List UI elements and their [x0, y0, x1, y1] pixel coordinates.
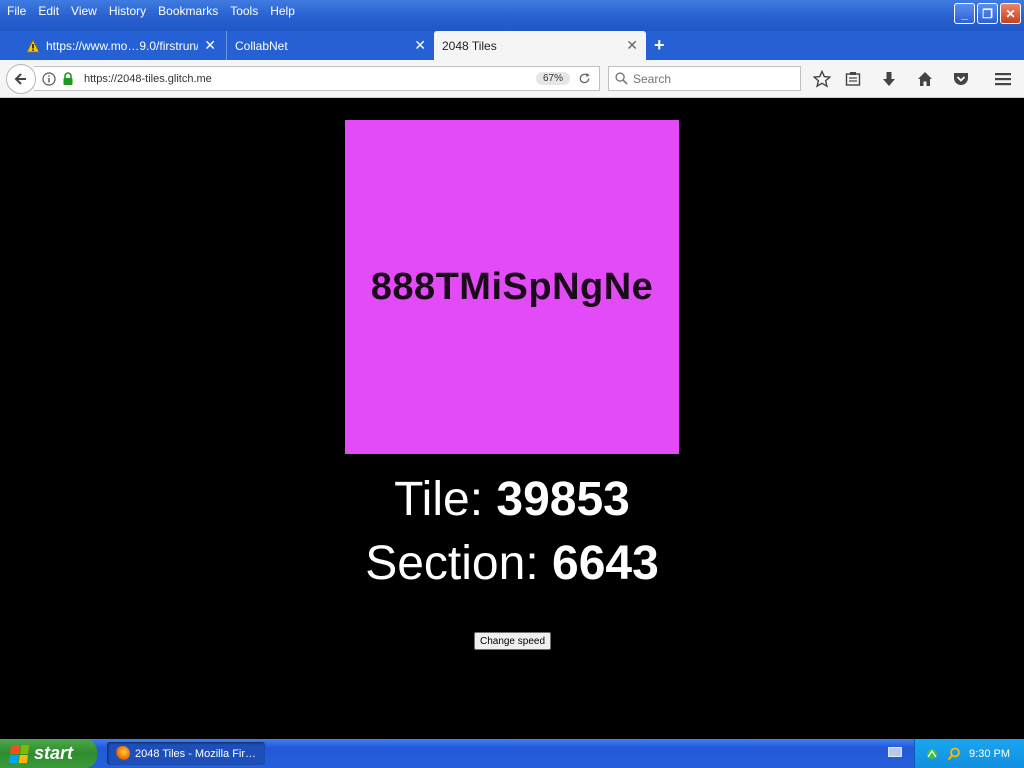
keyboard-icon[interactable] — [888, 747, 902, 757]
page-content: 888TMiSpNgNe Tile: 39853 Section: 6643 C… — [0, 99, 1024, 739]
close-tab-icon[interactable]: ✕ — [414, 37, 426, 54]
clock: 9:30 PM — [969, 747, 1010, 760]
menu-tools[interactable]: Tools — [224, 0, 264, 22]
downloads-icon[interactable] — [879, 69, 899, 89]
restore-button[interactable]: ❐ — [977, 3, 998, 24]
title-bar: File Edit View History Bookmarks Tools H… — [0, 0, 1024, 31]
tab-2048-tiles[interactable]: 2048 Tiles ✕ — [434, 31, 646, 60]
tile-text: 888TMiSpNgNe — [370, 265, 654, 308]
windows-logo-icon — [8, 744, 30, 763]
menu-bar: File Edit View History Bookmarks Tools H… — [0, 0, 301, 22]
start-label: start — [34, 743, 74, 763]
close-tab-icon[interactable]: ✕ — [626, 37, 638, 54]
lock-icon — [63, 71, 73, 85]
section-counter-label: Section: — [365, 537, 539, 590]
menu-bookmarks[interactable]: Bookmarks — [152, 0, 224, 22]
taskbar-firefox-window[interactable]: 2048 Tiles - Mozilla Fir… — [107, 742, 265, 765]
magnifier-tray-icon[interactable] — [947, 747, 961, 761]
network-icon[interactable] — [925, 747, 939, 761]
nav-bar: https://2048-tiles.glitch.me 67% — [0, 60, 1024, 98]
tab-collabnet[interactable]: CollabNet ✕ — [226, 31, 434, 60]
tile-counter: Tile: 39853 — [0, 472, 1024, 527]
back-arrow-icon — [14, 73, 26, 85]
firefox-icon — [115, 746, 130, 761]
start-button[interactable]: start — [0, 739, 97, 768]
back-button[interactable] — [6, 64, 36, 94]
url-bar[interactable]: https://2048-tiles.glitch.me 67% — [34, 66, 600, 91]
menu-edit[interactable]: Edit — [32, 0, 65, 22]
taskbar-window-label: 2048 Tiles - Mozilla Fir… — [135, 747, 257, 760]
change-speed-button[interactable]: Change speed — [474, 632, 551, 650]
new-tab-button[interactable]: + — [654, 35, 665, 56]
search-input[interactable] — [633, 71, 793, 86]
menu-help[interactable]: Help — [264, 0, 301, 22]
tab-label: https://www.mo…9.0/firstrun/ — [46, 38, 199, 53]
minimize-button[interactable]: _ — [954, 3, 975, 24]
close-tab-icon[interactable]: ✕ — [204, 37, 216, 54]
warning-icon — [26, 38, 40, 52]
tile-square: 888TMiSpNgNe — [345, 120, 679, 454]
zoom-indicator[interactable]: 67% — [535, 72, 570, 85]
pocket-icon[interactable] — [951, 69, 971, 89]
search-icon — [615, 72, 628, 85]
menu-view[interactable]: View — [65, 0, 103, 22]
tab-label: CollabNet — [235, 38, 288, 53]
url-text[interactable]: https://2048-tiles.glitch.me — [84, 73, 536, 85]
tile-counter-label: Tile: — [394, 473, 484, 526]
reading-list-icon[interactable] — [843, 69, 863, 89]
tab-label: 2048 Tiles — [442, 38, 497, 53]
tab-strip: https://www.mo…9.0/firstrun/ ✕ CollabNet… — [0, 31, 1024, 60]
section-counter-value: 6643 — [552, 537, 659, 590]
reload-icon[interactable] — [578, 72, 591, 85]
section-counter: Section: 6643 — [0, 536, 1024, 591]
system-tray: 9:30 PM — [914, 739, 1024, 768]
menu-history[interactable]: History — [103, 0, 152, 22]
taskbar: start 2048 Tiles - Mozilla Fir… 9:30 PM — [0, 739, 1024, 768]
tab-firstrun[interactable]: https://www.mo…9.0/firstrun/ ✕ — [18, 31, 224, 60]
search-bar[interactable] — [608, 66, 801, 91]
tile-counter-value: 39853 — [496, 473, 630, 526]
hamburger-menu-icon[interactable] — [993, 69, 1013, 89]
bookmark-star-icon[interactable] — [812, 69, 832, 89]
menu-file[interactable]: File — [0, 0, 32, 22]
window-controls: _ ❐ ✕ — [954, 3, 1021, 24]
info-icon[interactable] — [42, 71, 56, 86]
close-window-button[interactable]: ✕ — [1000, 3, 1021, 24]
home-icon[interactable] — [915, 69, 935, 89]
